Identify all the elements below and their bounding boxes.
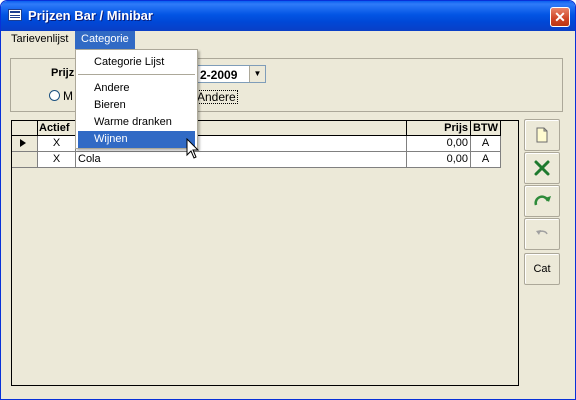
- refresh-button[interactable]: [524, 185, 560, 217]
- cell-naam[interactable]: Cola: [76, 152, 407, 168]
- radio-button[interactable]: [49, 90, 60, 101]
- category-button[interactable]: Cat: [524, 253, 560, 285]
- col-header-actief[interactable]: Actief: [38, 121, 76, 136]
- cell-actief[interactable]: X: [38, 152, 76, 168]
- menu-item-warme-dranken[interactable]: Warme dranken: [78, 114, 195, 131]
- cell-actief[interactable]: X: [38, 136, 76, 152]
- title-bar[interactable]: Prijzen Bar / Minibar ✕: [1, 1, 575, 31]
- app-icon: [8, 9, 22, 21]
- current-row-icon: [20, 139, 26, 147]
- delete-button[interactable]: [524, 152, 560, 184]
- radio-label-andere[interactable]: Andere: [195, 90, 238, 104]
- cell-btw[interactable]: A: [471, 136, 501, 152]
- mouse-cursor-icon: [186, 138, 200, 159]
- menu-separator: [78, 74, 195, 75]
- new-record-icon: [536, 127, 548, 143]
- undo-button[interactable]: [524, 218, 560, 250]
- refresh-icon: [534, 195, 551, 206]
- menu-tarievenlijst[interactable]: Tarievenlijst: [5, 31, 74, 49]
- categorie-dropdown-menu: Categorie Lijst Andere Bieren Warme dran…: [75, 49, 198, 149]
- date-combo[interactable]: 2-2009 ▼: [195, 65, 266, 83]
- chevron-down-icon[interactable]: ▼: [249, 66, 265, 82]
- close-button[interactable]: ✕: [550, 7, 570, 27]
- new-record-button[interactable]: [524, 119, 560, 151]
- grid-corner[interactable]: [12, 121, 38, 136]
- col-header-prijs[interactable]: Prijs: [407, 121, 471, 136]
- menu-categorie[interactable]: Categorie: [75, 31, 135, 49]
- menu-bar: Tarievenlijst Categorie: [1, 31, 575, 49]
- menu-item-categorie-lijst[interactable]: Categorie Lijst: [78, 54, 195, 71]
- cell-prijs[interactable]: 0,00: [407, 152, 471, 168]
- menu-item-wijnen[interactable]: Wijnen: [78, 131, 195, 148]
- prijs-label: Prijz: [51, 67, 75, 79]
- row-selector[interactable]: [12, 136, 38, 152]
- date-combo-value: 2-2009: [200, 68, 238, 82]
- app-window: Prijzen Bar / Minibar ✕ Tarievenlijst Ca…: [0, 0, 576, 400]
- window-title: Prijzen Bar / Minibar: [28, 8, 153, 23]
- menu-item-andere[interactable]: Andere: [78, 80, 195, 97]
- row-selector[interactable]: [12, 152, 38, 168]
- prices-grid: Actief Prijs BTW X 0,00 A X Cola 0,00 A: [11, 120, 519, 386]
- undo-icon: [536, 230, 548, 235]
- cell-btw[interactable]: A: [471, 152, 501, 168]
- radio-label-left: M: [63, 89, 73, 103]
- cell-prijs[interactable]: 0,00: [407, 136, 471, 152]
- col-header-btw[interactable]: BTW: [471, 121, 501, 136]
- delete-icon: [534, 160, 550, 176]
- menu-item-bieren[interactable]: Bieren: [78, 97, 195, 114]
